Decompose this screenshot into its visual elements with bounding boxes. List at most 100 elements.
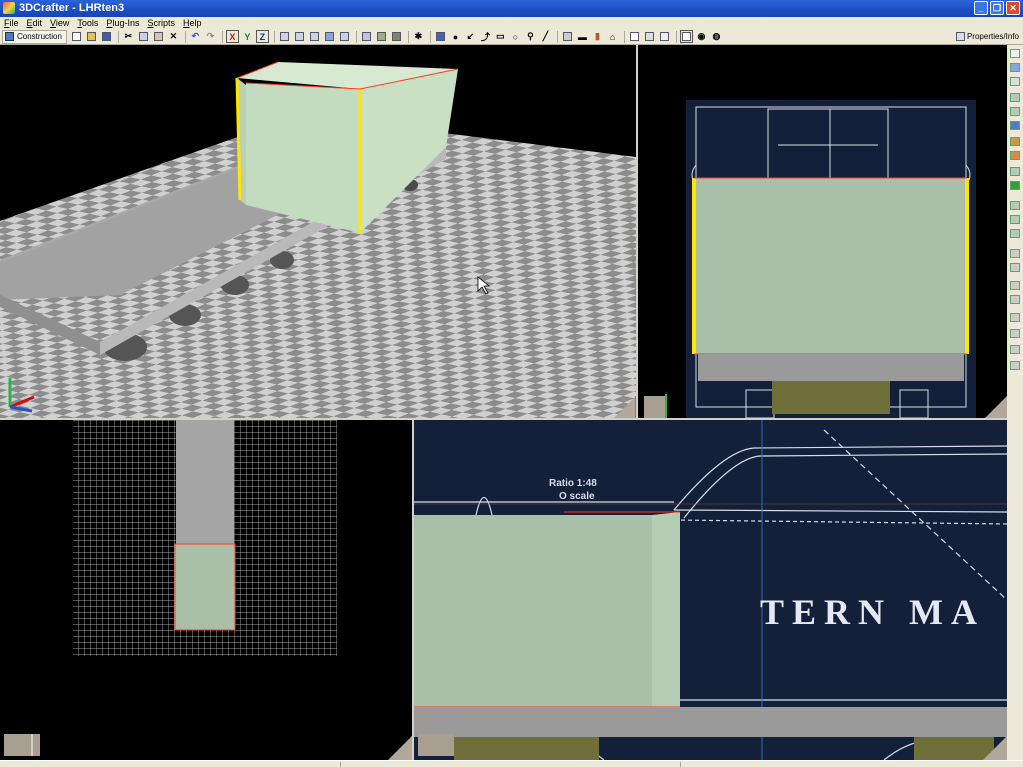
zoom-all-icon[interactable] (308, 30, 321, 43)
zoom-selected-icon[interactable] (293, 30, 306, 43)
bones-tool-icon[interactable] (1009, 361, 1021, 371)
menu-tools[interactable]: Tools (77, 18, 98, 28)
web-icon[interactable]: ◍ (710, 30, 723, 43)
texture-icon[interactable] (390, 30, 403, 43)
top-viewport[interactable] (0, 420, 412, 760)
undo-icon[interactable]: ↶ (189, 30, 202, 43)
quad-view-icon[interactable] (643, 30, 656, 43)
front-axis-gizmo[interactable] (416, 732, 454, 756)
group-icon[interactable] (375, 30, 388, 43)
construction-label: Construction (17, 32, 62, 41)
zoom-window-icon[interactable] (323, 30, 336, 43)
tender-body (694, 178, 967, 354)
status-separator (680, 762, 681, 767)
scale-tool-icon[interactable] (1009, 121, 1021, 131)
fill-tool-icon[interactable] (1009, 151, 1021, 161)
toolbar-separator (221, 30, 223, 43)
light-icon[interactable]: ✱ (412, 30, 425, 43)
boolean-tool-icon[interactable] (1009, 329, 1021, 339)
figure-icon[interactable]: ▮ (591, 30, 604, 43)
x-axis-button[interactable]: X (225, 30, 239, 43)
tender-underframe (772, 381, 890, 414)
select-icon[interactable] (360, 30, 373, 43)
side-nav-gizmo[interactable] (981, 392, 1007, 418)
viewport-nav-gizmo[interactable] (610, 392, 636, 418)
properties-info-button[interactable]: Properties/Info (955, 30, 1019, 43)
paste-icon[interactable] (152, 30, 165, 43)
weld-tool-icon[interactable] (1009, 281, 1021, 291)
tender-platform (698, 354, 964, 381)
side-view-icon[interactable] (658, 30, 671, 43)
lathe-tool-icon[interactable] (1009, 215, 1021, 225)
marker-icon[interactable]: ⌂ (606, 30, 619, 43)
save-icon[interactable] (100, 30, 113, 43)
copy-icon[interactable] (137, 30, 150, 43)
cut-icon[interactable]: ✂ (122, 30, 135, 43)
properties-label: Properties/Info (966, 32, 1019, 41)
move-tool-icon[interactable] (1009, 93, 1021, 103)
maximize-button[interactable]: ❐ (990, 1, 1004, 15)
y-axis-button[interactable]: Y (241, 30, 254, 43)
ratio-label: Ratio 1:48 (549, 478, 597, 489)
paint-tool-icon[interactable] (1009, 137, 1021, 147)
single-view-icon[interactable] (628, 30, 641, 43)
line-tool-icon[interactable]: ╱ (539, 30, 552, 43)
front-tender-end (652, 512, 680, 707)
deform-tool-icon[interactable] (1009, 345, 1021, 355)
top-axis-gizmo[interactable] (2, 732, 40, 756)
toolbar-separator (117, 30, 119, 43)
scale-label: O scale (559, 491, 595, 502)
right-tool-palette (1007, 45, 1023, 760)
rotate-tool-icon[interactable] (1009, 107, 1021, 117)
side-viewport[interactable] (638, 45, 1007, 418)
front-underframe (454, 737, 599, 760)
menu-edit[interactable]: Edit (27, 18, 43, 28)
fullscreen-view-icon[interactable] (679, 30, 693, 43)
path-tool-icon[interactable]: ⤴ (479, 30, 492, 43)
menu-scripts[interactable]: Scripts (147, 18, 175, 28)
z-axis-button[interactable]: Z (255, 30, 269, 43)
new-file-icon[interactable] (70, 30, 83, 43)
redo-icon[interactable]: ↷ (204, 30, 217, 43)
menu-bar: File Edit View Tools Plug-Ins Scripts He… (0, 17, 1023, 29)
grid-icon[interactable] (561, 30, 574, 43)
menu-plugins[interactable]: Plug-Ins (106, 18, 139, 28)
cube-object-icon[interactable] (434, 30, 447, 43)
front-viewport[interactable]: Ratio 1:48 O scale TERN MA (414, 420, 1007, 760)
lasso-tool-icon[interactable] (1009, 77, 1021, 87)
curve-tool-icon[interactable]: ↙ (464, 30, 477, 43)
viewport-divider-vertical-top[interactable] (636, 45, 638, 420)
perspective-viewport[interactable] (0, 45, 636, 418)
spotlight-icon[interactable]: ⚲ (524, 30, 537, 43)
construction-icon (5, 32, 14, 41)
sphere-object-icon[interactable]: ● (449, 30, 462, 43)
camera-icon[interactable]: ▭ (494, 30, 507, 43)
construction-mode-button[interactable]: Construction (2, 29, 67, 44)
eyedropper-tool-icon[interactable] (1009, 167, 1021, 177)
sweep-tool-icon[interactable] (1009, 229, 1021, 239)
select-box-tool-icon[interactable] (1009, 63, 1021, 73)
extrude-tool-icon[interactable] (1009, 201, 1021, 211)
top-nav-gizmo[interactable] (386, 732, 412, 760)
cut-plane-tool-icon[interactable] (1009, 313, 1021, 323)
smooth-tool-icon[interactable] (1009, 263, 1021, 273)
delete-icon[interactable]: ✕ (167, 30, 180, 43)
bulb-icon[interactable]: ○ (509, 30, 522, 43)
menu-file[interactable]: File (4, 18, 19, 28)
title-bar: 3DCrafter - LHRten3 _ ❐ ✕ (0, 0, 1023, 17)
bevel-tool-icon[interactable] (1009, 249, 1021, 259)
split-tool-icon[interactable] (1009, 295, 1021, 305)
zoom-region-icon[interactable] (338, 30, 351, 43)
open-folder-icon[interactable] (85, 30, 98, 43)
side-axis-gizmo[interactable] (640, 392, 667, 418)
close-button[interactable]: ✕ (1006, 1, 1020, 15)
minimize-button[interactable]: _ (974, 1, 988, 15)
menu-view[interactable]: View (50, 18, 69, 28)
anchor-tool-icon[interactable] (1009, 181, 1021, 191)
render-icon[interactable]: ◉ (695, 30, 708, 43)
vehicle-icon[interactable]: ▬ (576, 30, 589, 43)
front-nav-gizmo[interactable] (981, 732, 1007, 760)
zoom-extents-icon[interactable] (278, 30, 291, 43)
pointer-tool-icon[interactable] (1009, 49, 1021, 59)
menu-help[interactable]: Help (183, 18, 202, 28)
